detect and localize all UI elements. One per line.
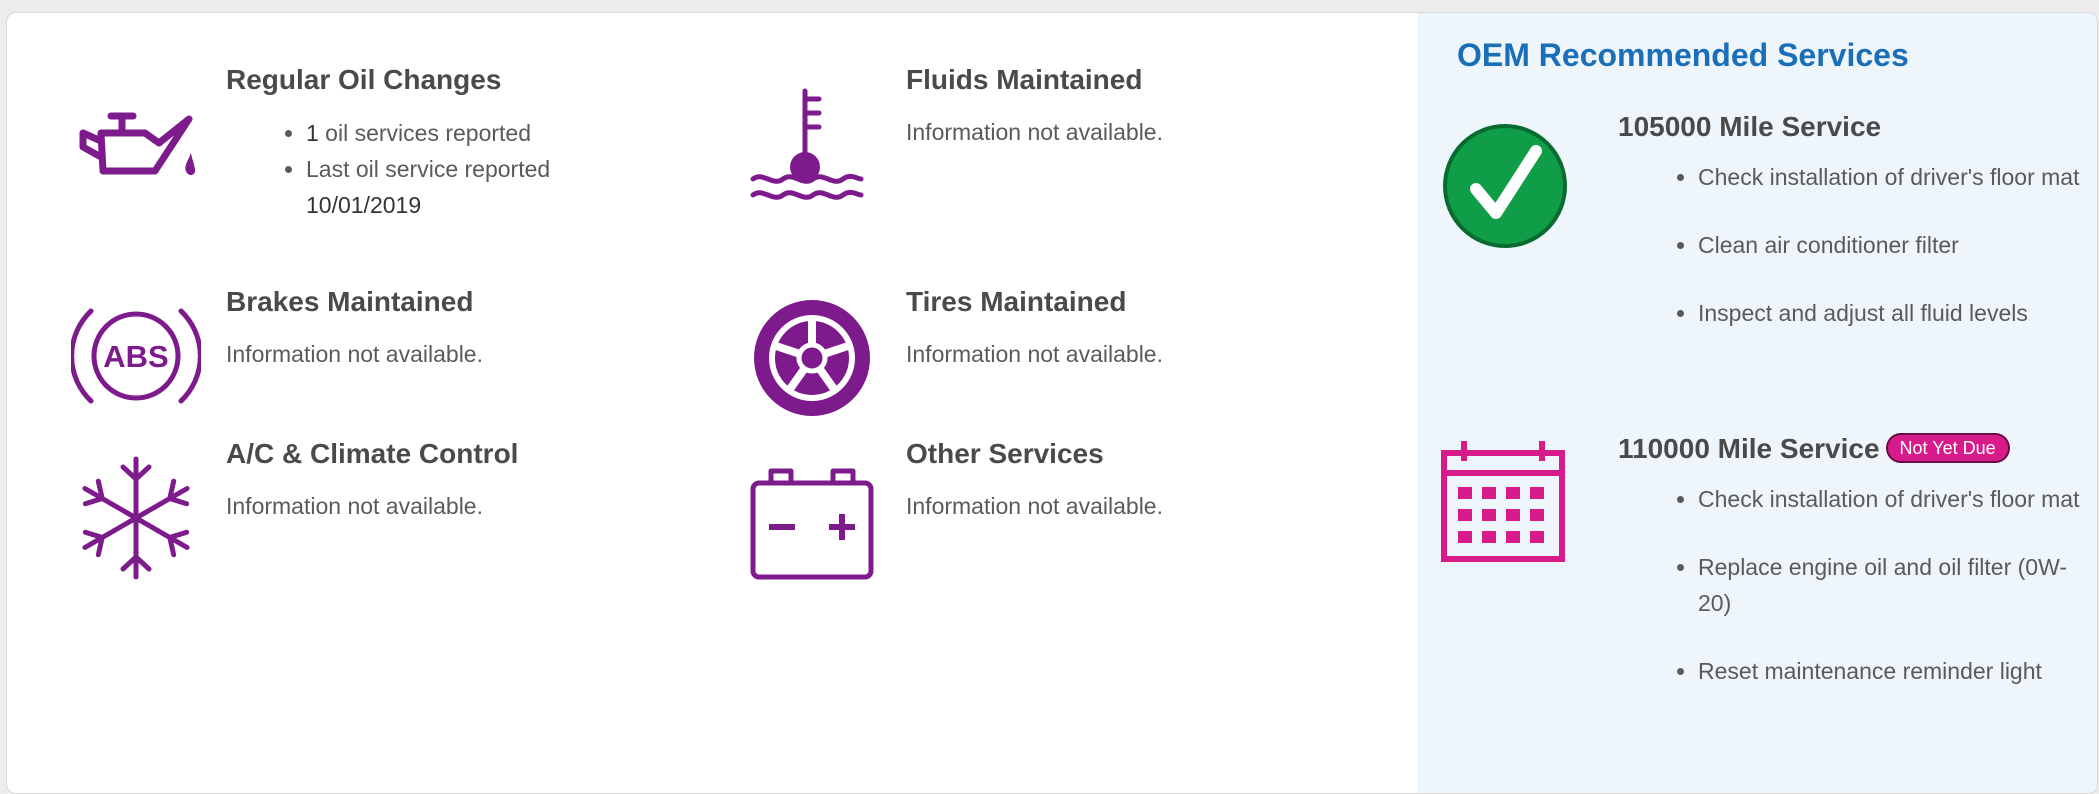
snowflake-icon bbox=[71, 453, 201, 583]
fluids-body: Fluids Maintained Information not availa… bbox=[906, 63, 1386, 149]
oil-changes-list: 1 oil services reported Last oil service… bbox=[226, 115, 706, 223]
tires-text: Information not available. bbox=[906, 341, 1163, 367]
list-item: Clean air conditioner filter bbox=[1698, 227, 2088, 263]
last-oil-service-date: 10/01/2019 bbox=[306, 192, 422, 218]
service-history-card: Regular Oil Changes 1 oil services repor… bbox=[6, 12, 2098, 794]
ac-climate-title: A/C & Climate Control bbox=[226, 438, 519, 469]
oil-service-count-text: oil services reported bbox=[318, 120, 531, 146]
tires-title: Tires Maintained bbox=[906, 286, 1127, 317]
list-item: Check installation of driver's floor mat bbox=[1698, 481, 2088, 517]
list-item: Inspect and adjust all fluid levels bbox=[1698, 295, 2088, 331]
fluids-text: Information not available. bbox=[906, 119, 1163, 145]
battery-icon bbox=[747, 457, 877, 587]
oil-can-icon bbox=[71, 91, 201, 221]
other-services-text: Information not available. bbox=[906, 493, 1163, 519]
abs-brake-icon: ABS bbox=[71, 291, 201, 421]
other-services-body: Other Services Information not available… bbox=[906, 437, 1386, 523]
service-110000-title-row: 110000 Mile Service Not Yet Due bbox=[1618, 431, 2088, 467]
oil-changes-body: Regular Oil Changes 1 oil services repor… bbox=[226, 63, 706, 223]
oem-recommended-panel: OEM Recommended Services 105000 Mile Ser… bbox=[1418, 13, 2097, 793]
tire-wheel-icon bbox=[747, 293, 877, 423]
brakes-title: Brakes Maintained bbox=[226, 286, 474, 317]
service-110000-title: 110000 Mile Service bbox=[1618, 433, 1880, 464]
fluids-title: Fluids Maintained bbox=[906, 64, 1143, 95]
oil-service-count: 1 bbox=[306, 120, 319, 146]
abs-label: ABS bbox=[103, 339, 168, 374]
service-105000-body: 105000 Mile Service Check installation o… bbox=[1618, 109, 2088, 363]
list-item: Last oil service reported 10/01/2019 bbox=[306, 151, 706, 223]
brakes-body: Brakes Maintained Information not availa… bbox=[226, 285, 706, 371]
not-yet-due-badge: Not Yet Due bbox=[1885, 433, 2010, 463]
tires-body: Tires Maintained Information not availab… bbox=[906, 285, 1386, 371]
last-oil-service-label: Last oil service reported bbox=[306, 156, 551, 182]
service-110000-body: 110000 Mile ServiceNot Yet Due Check ins… bbox=[1618, 431, 2088, 721]
list-item: 1 oil services reported bbox=[306, 115, 706, 151]
other-services-title: Other Services bbox=[906, 438, 1104, 469]
check-icon bbox=[1440, 121, 1570, 251]
oem-title: OEM Recommended Services bbox=[1457, 37, 1909, 73]
service-110000-items: Check installation of driver's floor mat… bbox=[1618, 481, 2088, 689]
service-105000-title: 105000 Mile Service bbox=[1618, 111, 1882, 142]
calendar-icon bbox=[1440, 437, 1570, 567]
oil-changes-title: Regular Oil Changes bbox=[226, 64, 502, 95]
service-105000-items: Check installation of driver's floor mat… bbox=[1618, 159, 2088, 331]
ac-climate-text: Information not available. bbox=[226, 493, 483, 519]
ac-climate-body: A/C & Climate Control Information not av… bbox=[226, 437, 706, 523]
brakes-text: Information not available. bbox=[226, 341, 483, 367]
list-item: Reset maintenance reminder light bbox=[1698, 653, 2088, 689]
list-item: Replace engine oil and oil filter (0W-20… bbox=[1698, 549, 2088, 621]
list-item: Check installation of driver's floor mat bbox=[1698, 159, 2088, 195]
maintenance-categories: Regular Oil Changes 1 oil services repor… bbox=[7, 13, 1418, 793]
fluid-temperature-icon bbox=[743, 83, 873, 213]
